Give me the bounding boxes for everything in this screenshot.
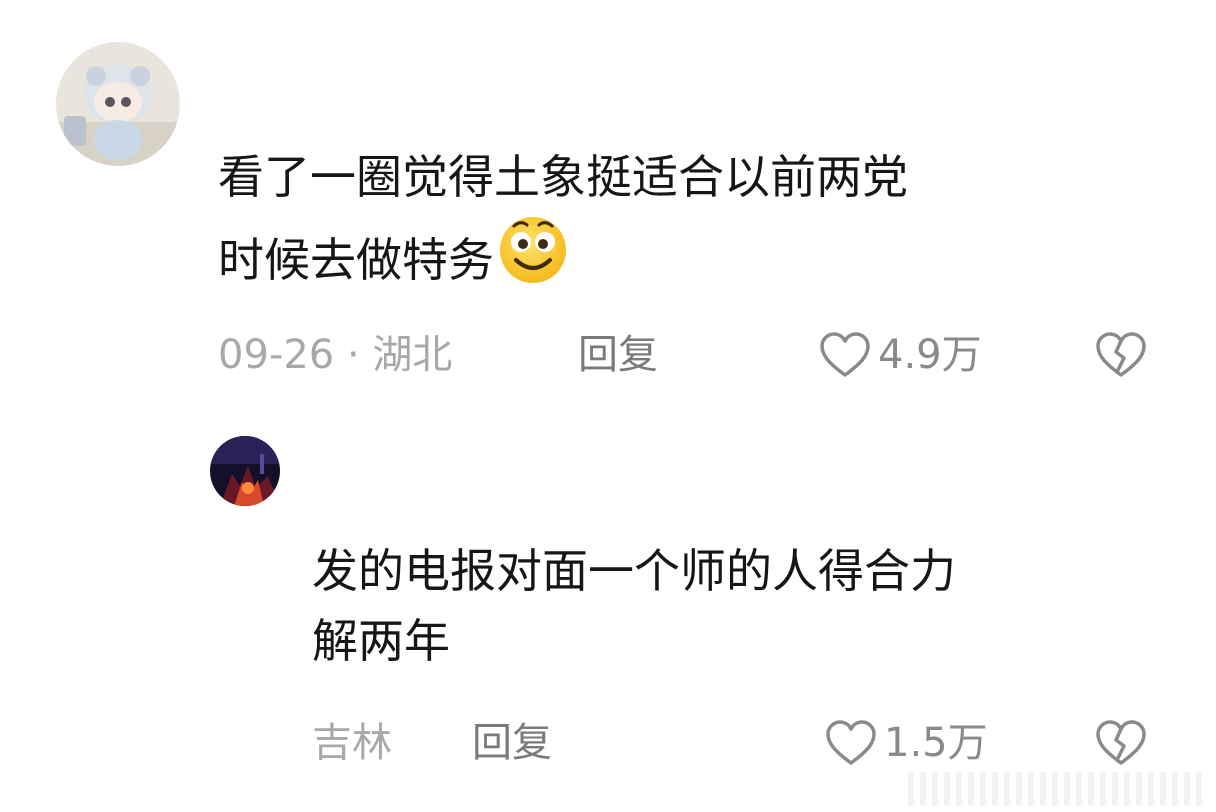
like-count: 4.9万 — [878, 332, 982, 378]
reply-button[interactable]: 回复 — [472, 718, 552, 768]
doll-avatar-image — [56, 42, 180, 166]
watermark — [908, 772, 1208, 806]
fire-night-avatar-image — [210, 436, 280, 506]
reply-comment-text: 发的电报对面一个师的人得合力 解两年 — [312, 536, 956, 676]
broken-heart-icon — [1096, 332, 1146, 377]
reply-button[interactable]: 回复 — [578, 330, 658, 380]
comment-date-location: 09-26 · 湖北 — [218, 332, 453, 378]
comment-text: 看了一圈觉得土象挺适合以前两党 时候去做特务 — [218, 142, 908, 295]
reply-text-line-2: 解两年 — [312, 614, 450, 668]
comment-text-line-2: 时候去做特务 — [218, 212, 908, 295]
like-count: 1.5万 — [884, 720, 988, 766]
comment-text-line-2-text: 时候去做特务 — [218, 233, 494, 287]
comment-location: 吉林 — [312, 720, 392, 766]
comment-text-line-1: 看了一圈觉得土象挺适合以前两党 — [218, 150, 908, 204]
like-button[interactable]: 1.5万 — [824, 718, 988, 768]
user-avatar[interactable] — [56, 42, 180, 166]
dislike-button[interactable] — [1094, 718, 1148, 768]
like-button[interactable]: 4.9万 — [818, 330, 982, 380]
heart-icon — [820, 332, 870, 377]
user-avatar[interactable] — [210, 436, 280, 506]
broken-heart-icon — [1096, 720, 1146, 765]
smiling-face-emoji-icon — [500, 217, 566, 283]
reply-text-line-1: 发的电报对面一个师的人得合力 — [312, 544, 956, 598]
heart-icon — [826, 720, 876, 765]
dislike-button[interactable] — [1094, 330, 1148, 380]
